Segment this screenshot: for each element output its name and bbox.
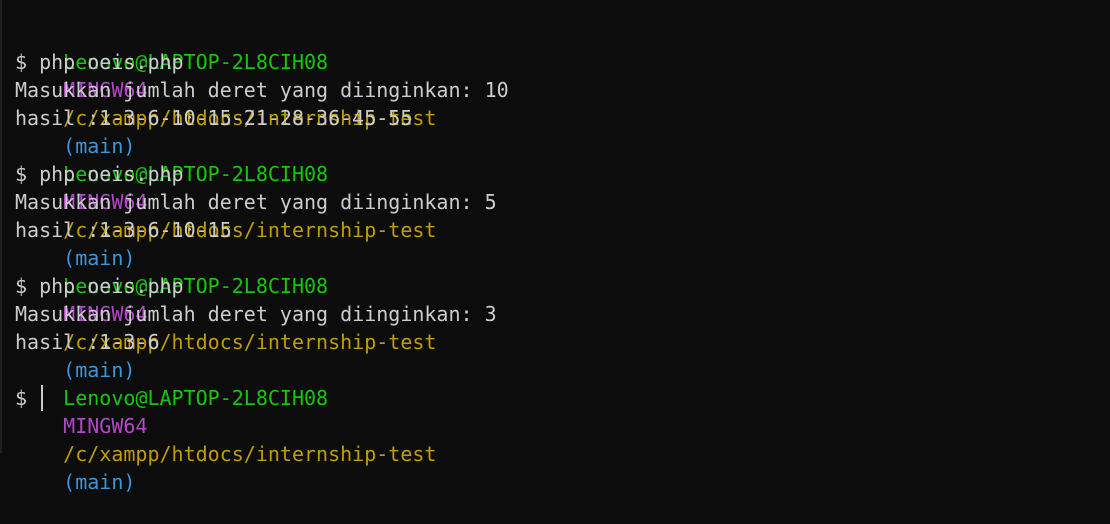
input-value: 5 bbox=[484, 190, 497, 214]
prompt-line: Lenovo@LAPTOP-2L8CIH08 MINGW64 /c/xampp/… bbox=[15, 132, 1110, 270]
terminal-window[interactable]: Lenovo@LAPTOP-2L8CIH08 MINGW64 /c/xampp/… bbox=[0, 0, 1110, 494]
output-line: hasil :1-3-6-10-15 bbox=[15, 216, 1110, 244]
command-line: $ php oeis.php bbox=[15, 48, 1110, 76]
result-text: hasil :1-3-6-10-15-21-28-36-45-55 bbox=[15, 106, 413, 130]
input-prompt-text: Masukkan jumlah deret yang diinginkan: bbox=[15, 78, 473, 102]
prompt-symbol: $ bbox=[15, 386, 28, 410]
prompt-path: /c/xampp/htdocs/internship-test bbox=[63, 442, 437, 466]
prompt-branch: (main) bbox=[63, 358, 136, 382]
prompt-symbol: $ bbox=[15, 162, 28, 186]
output-line: hasil :1-3-6-10-15-21-28-36-45-55 bbox=[15, 104, 1110, 132]
command-line: $ php oeis.php bbox=[15, 160, 1110, 188]
input-prompt-text: Masukkan jumlah deret yang diinginkan: bbox=[15, 190, 473, 214]
result-text: hasil :1-3-6-10-15 bbox=[15, 218, 232, 242]
input-prompt-text: Masukkan jumlah deret yang diinginkan: bbox=[15, 302, 473, 326]
command-line: $ php oeis.php bbox=[15, 272, 1110, 300]
result-text: hasil :1-3-6 bbox=[15, 330, 160, 354]
input-value: 10 bbox=[484, 78, 509, 102]
text-cursor bbox=[41, 385, 44, 411]
prompt-msystem: MINGW64 bbox=[63, 414, 148, 438]
prompt-branch: (main) bbox=[63, 470, 136, 494]
command-text: php oeis.php bbox=[39, 274, 184, 298]
prompt-line: Lenovo@LAPTOP-2L8CIH08 MINGW64 /c/xampp/… bbox=[15, 244, 1110, 382]
command-text: php oeis.php bbox=[39, 50, 184, 74]
prompt-branch: (main) bbox=[63, 246, 136, 270]
command-text: php oeis.php bbox=[39, 162, 184, 186]
window-edge bbox=[0, 0, 2, 453]
prompt-user-host: Lenovo@LAPTOP-2L8CIH08 bbox=[63, 386, 329, 410]
output-line: Masukkan jumlah deret yang diinginkan: 3 bbox=[15, 300, 1110, 328]
prompt-branch: (main) bbox=[63, 134, 136, 158]
prompt-line: Lenovo@LAPTOP-2L8CIH08 MINGW64 /c/xampp/… bbox=[15, 20, 1110, 158]
output-line: Masukkan jumlah deret yang diinginkan: 1… bbox=[15, 76, 1110, 104]
input-value: 3 bbox=[484, 302, 497, 326]
prompt-symbol: $ bbox=[15, 50, 28, 74]
prompt-line: Lenovo@LAPTOP-2L8CIH08 MINGW64 /c/xampp/… bbox=[15, 356, 1110, 494]
prompt-symbol: $ bbox=[15, 274, 28, 298]
output-line: Masukkan jumlah deret yang diinginkan: 5 bbox=[15, 188, 1110, 216]
